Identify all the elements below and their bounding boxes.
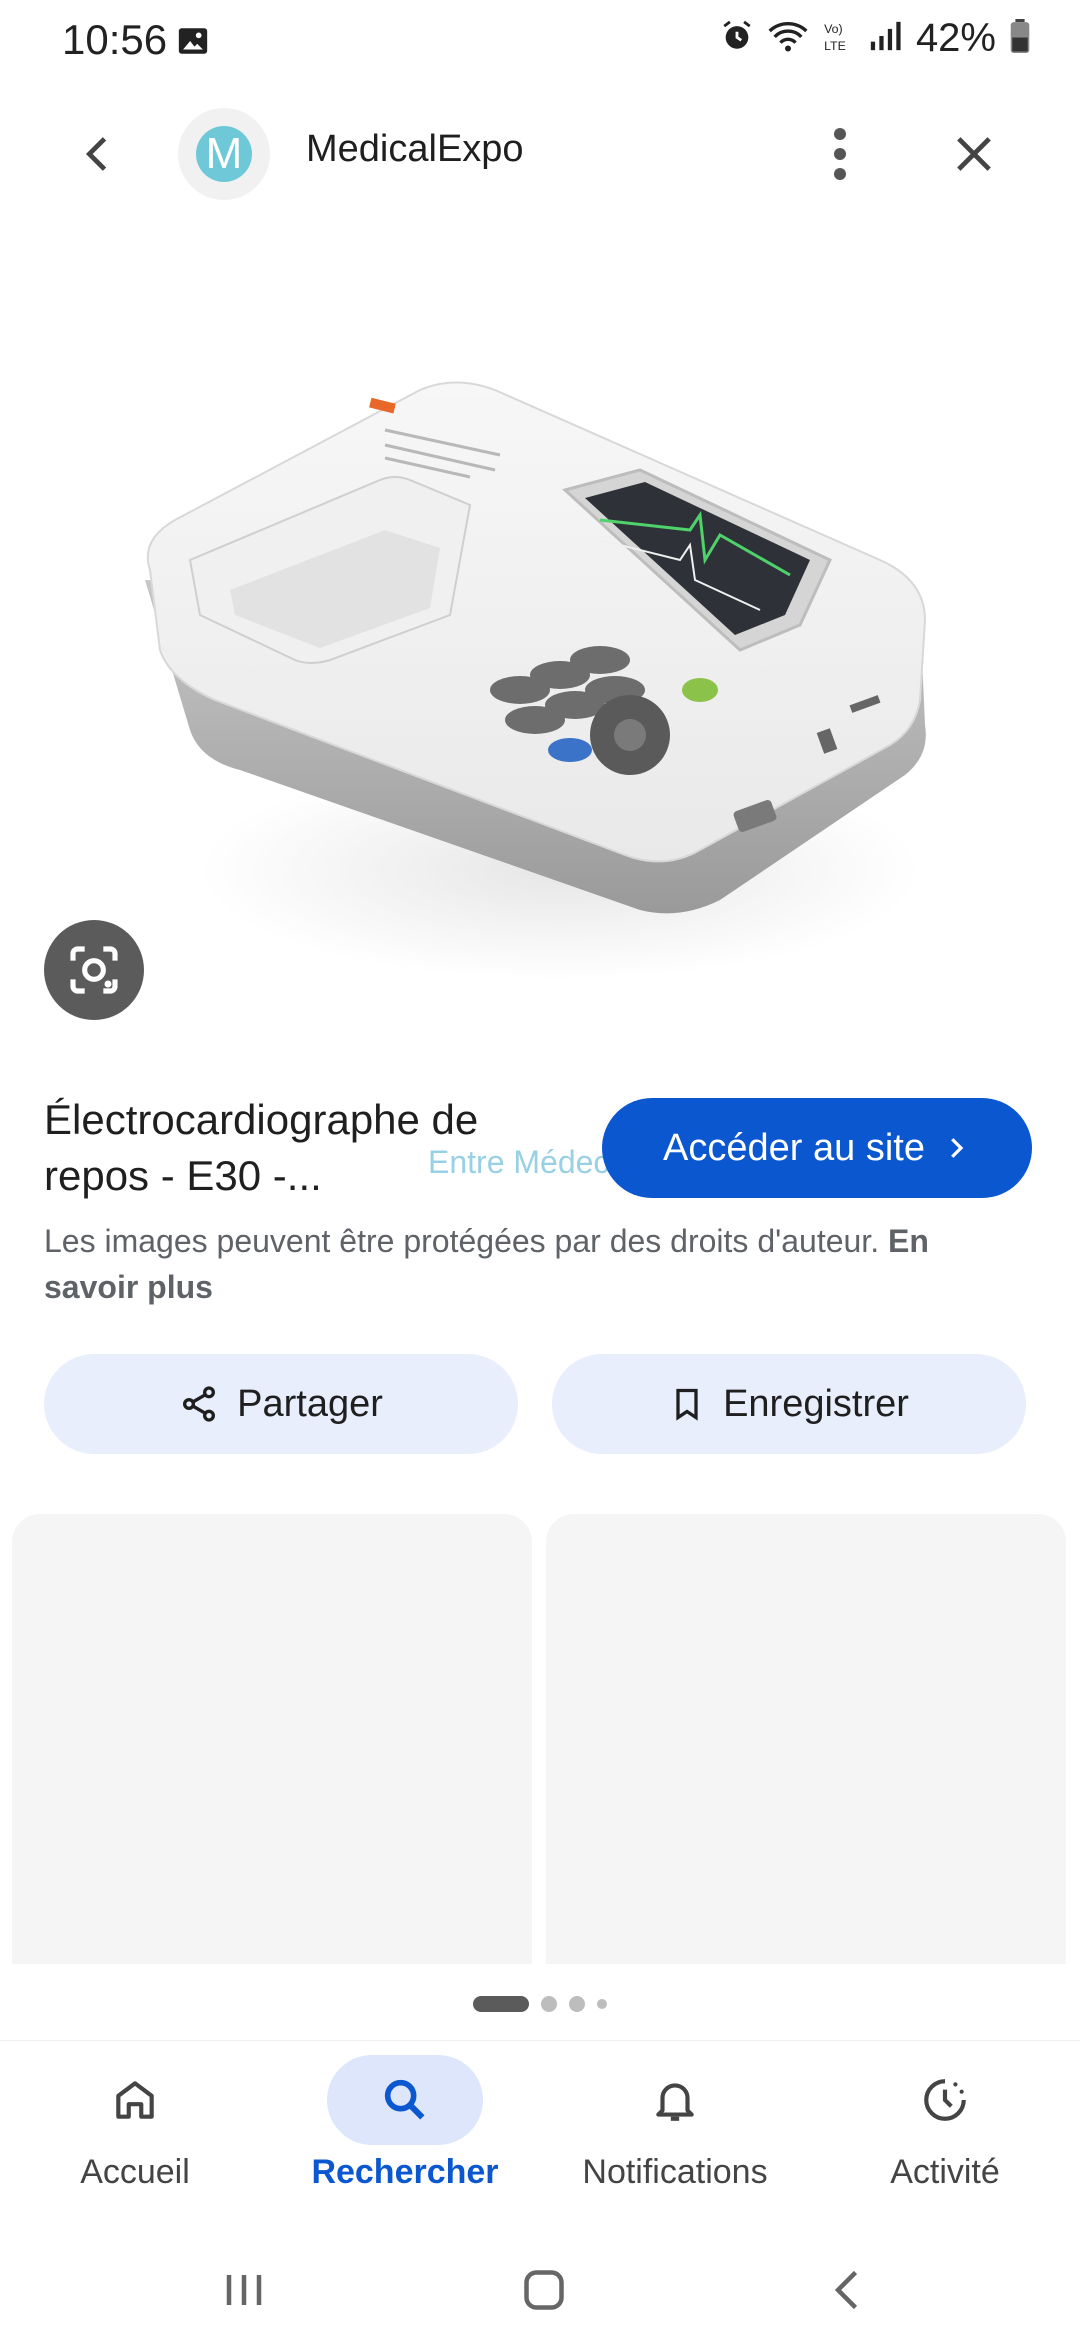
bell-icon (656, 2083, 694, 2121)
page-dot (569, 1996, 585, 2012)
battery-percent: 42% (915, 16, 996, 60)
svg-text:Vo): Vo) (824, 22, 843, 36)
save-button[interactable]: Enregistrer (552, 1354, 1026, 1454)
nav-label-search: Rechercher (311, 2153, 499, 2191)
site-name[interactable]: MedicalExpo (306, 128, 524, 171)
nav-label-activity: Activité (890, 2153, 1000, 2191)
system-back-button[interactable] (818, 2260, 878, 2320)
nav-label-notifications: Notifications (582, 2153, 768, 2191)
page-dot (597, 1999, 607, 2009)
close-icon (957, 137, 991, 171)
google-lens-button[interactable] (44, 920, 144, 1020)
site-logo-letter: M (196, 126, 252, 182)
chevron-right-icon (951, 1138, 964, 1158)
nav-item-home[interactable]: Accueil (0, 2041, 270, 2241)
nav-label-home: Accueil (80, 2153, 190, 2191)
page-dot (541, 1996, 557, 2012)
battery-icon (1010, 19, 1030, 58)
svg-text:LTE: LTE (824, 39, 846, 53)
bottom-navigation: Accueil Rechercher Notifications Activit… (0, 2040, 1080, 2241)
system-navigation-bar (0, 2240, 1080, 2340)
ecg-device-illustration (145, 381, 927, 980)
pagination-indicator (0, 1996, 1080, 2012)
wifi-icon (768, 19, 808, 58)
back-chevron-icon (834, 2270, 858, 2310)
home-button[interactable] (514, 2260, 574, 2320)
related-result-card[interactable] (12, 1514, 532, 1964)
nav-item-notifications[interactable]: Notifications (540, 2041, 810, 2241)
share-icon (183, 1386, 216, 1422)
search-icon (384, 2079, 425, 2120)
visit-site-button[interactable]: Accéder au site (602, 1098, 1032, 1198)
recents-icon (226, 2275, 262, 2305)
page-dot-active (473, 1996, 529, 2012)
arrow-back-icon (85, 137, 107, 171)
copyright-text: Les images peuvent être protégées par de… (44, 1223, 880, 1259)
status-icons: Vo) LTE 42% (720, 16, 1030, 61)
copyright-notice: Les images peuvent être protégées par de… (44, 1218, 1004, 1310)
activity-icon (924, 2079, 966, 2121)
gallery-notification-icon (176, 24, 210, 63)
status-bar: 10:56 Vo) LTE 42% (0, 0, 1080, 84)
bookmark-icon (676, 1388, 698, 1421)
nav-item-activity[interactable]: Activité (810, 2041, 1080, 2241)
volte-icon: Vo) LTE (822, 19, 854, 58)
share-button[interactable]: Partager (44, 1354, 518, 1454)
more-options-button[interactable] (820, 124, 860, 184)
share-label: Partager (237, 1382, 383, 1425)
signal-icon (868, 19, 902, 58)
nav-item-search[interactable]: Rechercher (270, 2041, 540, 2241)
home-square-icon (524, 2270, 564, 2310)
product-image[interactable] (0, 230, 1080, 1060)
status-time: 10:56 (62, 16, 168, 63)
save-label: Enregistrer (723, 1382, 909, 1425)
lens-icon (70, 946, 118, 994)
alarm-icon (720, 19, 754, 58)
home-icon (116, 2081, 154, 2119)
related-result-card[interactable] (546, 1514, 1066, 1964)
visit-site-label: Accéder au site (663, 1126, 925, 1169)
viewer-header: M MedicalExpo (0, 100, 1080, 204)
recents-button[interactable] (214, 2260, 274, 2320)
more-vert-icon (834, 128, 846, 180)
close-button[interactable] (948, 128, 1000, 180)
back-button[interactable] (72, 128, 124, 180)
site-logo[interactable]: M (178, 108, 270, 200)
